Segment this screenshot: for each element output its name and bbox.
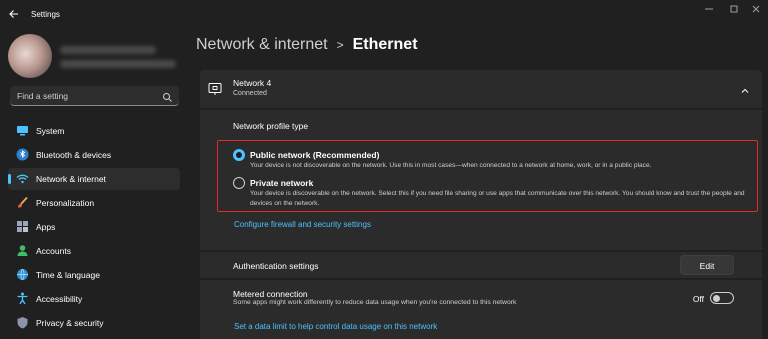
sidebar-item-accounts[interactable]: Accounts <box>8 240 180 262</box>
back-arrow-icon[interactable] <box>8 8 22 22</box>
sidebar-item-time-language[interactable]: Time & language <box>8 264 180 286</box>
window-title: Settings <box>31 10 60 19</box>
configure-firewall-link[interactable]: Configure firewall and security settings <box>234 220 371 229</box>
sidebar-item-label: Time & language <box>36 270 100 280</box>
sidebar-item-label: Privacy & security <box>36 318 104 328</box>
network-name: Network 4 <box>233 78 272 88</box>
breadcrumb-separator: > <box>336 38 344 52</box>
accounts-icon <box>16 244 29 257</box>
breadcrumb-network-internet[interactable]: Network & internet <box>196 36 328 53</box>
public-network-title: Public network (Recommended) <box>250 150 380 160</box>
network-profile-panel: Network profile type Public network (Rec… <box>200 110 762 250</box>
brush-icon <box>16 196 29 209</box>
metered-connection-row: Metered connection Some apps might work … <box>200 280 762 339</box>
network-card-header[interactable]: Network 4 Connected <box>200 70 762 108</box>
page-title: Ethernet <box>352 36 418 53</box>
wifi-icon <box>16 172 29 185</box>
authentication-settings-row: Authentication settings Edit <box>200 252 762 278</box>
sidebar-item-label: Accounts <box>36 246 71 256</box>
sidebar-item-label: System <box>36 126 65 136</box>
network-profile-type-heading: Network profile type <box>233 121 309 131</box>
avatar <box>8 34 52 78</box>
maximize-icon[interactable] <box>727 4 741 16</box>
user-profile[interactable] <box>8 34 180 86</box>
authentication-settings-label: Authentication settings <box>233 261 319 271</box>
chevron-up-icon[interactable] <box>740 83 750 93</box>
sidebar-item-label: Personalization <box>36 198 95 208</box>
system-icon <box>16 124 29 137</box>
private-network-title: Private network <box>250 178 314 188</box>
public-network-radio[interactable] <box>233 149 245 161</box>
private-network-radio[interactable] <box>233 177 245 189</box>
sidebar-item-label: Network & internet <box>36 174 106 184</box>
public-network-description: Your device is not discoverable on the n… <box>250 162 652 169</box>
title-bar: Settings <box>0 0 768 30</box>
sidebar-item-system[interactable]: System <box>8 120 180 142</box>
network-status: Connected <box>233 90 267 97</box>
search-input[interactable]: Find a setting <box>17 91 68 101</box>
metered-connection-description: Some apps might work differently to redu… <box>233 299 517 306</box>
breadcrumb: Network & internet > Ethernet <box>196 36 418 54</box>
search-icon[interactable] <box>162 90 173 102</box>
edit-button[interactable]: Edit <box>680 255 734 275</box>
apps-icon <box>16 220 29 233</box>
private-network-description: Your device is discoverable on the netwo… <box>250 190 745 207</box>
minimize-icon[interactable] <box>702 4 716 16</box>
metered-connection-label: Metered connection <box>233 289 308 299</box>
search-box[interactable]: Find a setting <box>10 86 179 106</box>
blurred-user-name <box>60 46 156 54</box>
sidebar-item-label: Apps <box>36 222 56 232</box>
metered-connection-toggle[interactable] <box>710 292 734 304</box>
sidebar-item-personalization[interactable]: Personalization <box>8 192 180 214</box>
shield-icon <box>16 316 29 329</box>
bluetooth-icon <box>16 148 29 161</box>
sidebar-item-bluetooth[interactable]: Bluetooth & devices <box>8 144 180 166</box>
sidebar-item-network[interactable]: Network & internet <box>8 168 180 190</box>
sidebar-item-privacy-security[interactable]: Privacy & security <box>8 312 180 334</box>
sidebar: Find a setting System Bluetooth & device… <box>0 30 188 339</box>
ethernet-icon <box>208 82 222 96</box>
sidebar-item-label: Accessibility <box>36 294 83 304</box>
accessibility-icon <box>16 292 29 305</box>
sidebar-item-accessibility[interactable]: Accessibility <box>8 288 180 310</box>
metered-toggle-state: Off <box>692 294 704 304</box>
globe-icon <box>16 268 29 281</box>
sidebar-item-apps[interactable]: Apps <box>8 216 180 238</box>
close-icon[interactable] <box>749 4 763 16</box>
sidebar-item-label: Bluetooth & devices <box>36 150 112 160</box>
set-data-limit-link[interactable]: Set a data limit to help control data us… <box>234 322 437 331</box>
blurred-user-email <box>60 60 176 68</box>
